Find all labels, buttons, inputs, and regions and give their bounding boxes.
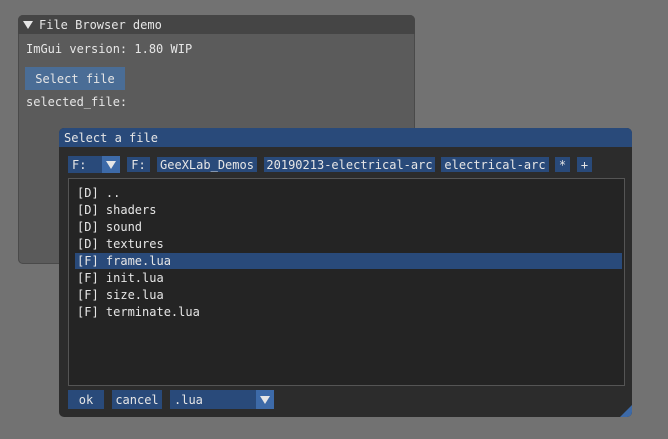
file-list-item[interactable]: [F] init.lua — [75, 270, 622, 286]
chevron-down-icon — [260, 395, 270, 404]
drive-combo-arrow[interactable] — [102, 156, 120, 173]
file-list-item[interactable]: [D] .. — [75, 185, 622, 201]
dialog-title: Select a file — [64, 130, 158, 145]
path-segment-geexlab-demos[interactable]: GeeXLab_Demos — [157, 157, 257, 172]
imgui-version-text: ImGui version: 1.80 WIP — [26, 42, 193, 56]
window-title: File Browser demo — [39, 17, 162, 32]
window-titlebar[interactable]: File Browser demo — [18, 15, 415, 34]
file-list-item[interactable]: [F] size.lua — [75, 287, 622, 303]
ok-button[interactable]: ok — [68, 390, 104, 409]
file-list-item[interactable]: [F] terminate.lua — [75, 304, 622, 320]
filter-combo-value: .lua — [174, 392, 203, 407]
filter-combo-arrow[interactable] — [256, 390, 274, 409]
select-file-button[interactable]: Select file — [25, 67, 125, 90]
resize-grip-icon[interactable] — [620, 405, 632, 417]
path-segment-electrical-arc[interactable]: electrical-arc — [441, 157, 549, 172]
selected-file-label: selected_file: — [26, 95, 128, 109]
add-button[interactable]: + — [577, 157, 592, 172]
chevron-down-icon — [106, 160, 116, 169]
select-file-dialog: Select a file F: F: GeeXLab_Demos 201902… — [59, 128, 632, 417]
file-list-item[interactable]: [D] shaders — [75, 202, 622, 218]
cancel-button[interactable]: cancel — [112, 390, 162, 409]
file-list-item[interactable]: [D] textures — [75, 236, 622, 252]
path-segment-drive[interactable]: F: — [127, 157, 150, 172]
file-list-item-selected[interactable]: [F] frame.lua — [75, 253, 622, 269]
drive-combo[interactable]: F: — [68, 156, 120, 173]
path-segment-electrical-arc-dated[interactable]: 20190213-electrical-arc — [264, 157, 435, 172]
file-list-item[interactable]: [D] sound — [75, 219, 622, 235]
new-directory-button[interactable]: * — [555, 157, 570, 172]
file-list[interactable]: [D] .. [D] shaders [D] sound [D] texture… — [68, 178, 625, 386]
filter-combo[interactable]: .lua — [170, 390, 274, 409]
dialog-titlebar[interactable]: Select a file — [59, 128, 632, 147]
collapse-arrow-icon[interactable] — [23, 20, 33, 29]
drive-combo-value: F: — [72, 157, 87, 172]
